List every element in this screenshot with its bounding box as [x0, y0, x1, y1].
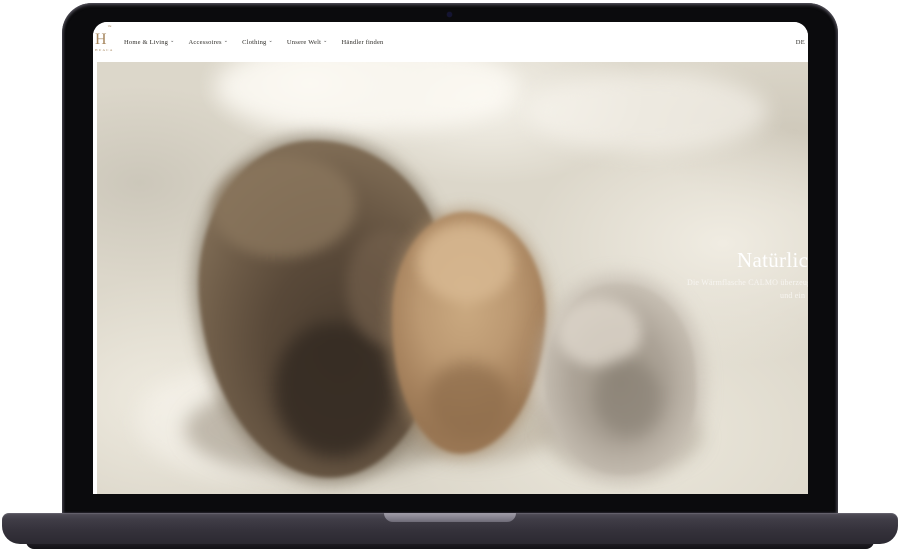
laptop-screen: H™ HUACA Home & Living ⌄ Accessoires ⌄ C…: [93, 22, 808, 494]
navbar: H™ HUACA Home & Living ⌄ Accessoires ⌄ C…: [93, 22, 808, 62]
webcam-dot: [447, 12, 452, 17]
hero-title: Natürlich: [737, 248, 808, 273]
hero-subtitle-line1: Die Wärmflasche CALMO überzeugt dur: [687, 278, 808, 287]
chevron-down-icon: ⌄: [224, 39, 228, 44]
trademark-symbol: ™: [108, 24, 112, 29]
nav-item-accessoires[interactable]: Accessoires ⌄: [189, 39, 229, 46]
fur-highlight: [556, 298, 642, 368]
sheepskin-highlight: [527, 72, 767, 152]
chevron-down-icon: ⌄: [269, 39, 273, 44]
laptop-base: [2, 513, 898, 544]
nav-item-haendler-finden[interactable]: Händler finden: [342, 39, 384, 46]
nav-item-label: Accessoires: [189, 39, 222, 46]
fur-highlight: [209, 151, 359, 262]
nav-menu: Home & Living ⌄ Accessoires ⌄ Clothing ⌄…: [124, 39, 384, 46]
language-selector[interactable]: DE: [796, 39, 805, 46]
sheepskin-highlight: [217, 62, 517, 132]
nav-item-label: Händler finden: [342, 39, 384, 46]
laptop-mockup: H™ HUACA Home & Living ⌄ Accessoires ⌄ C…: [0, 0, 900, 551]
hero-subtitle-line2: und ein: [780, 291, 805, 300]
nav-item-clothing[interactable]: Clothing ⌄: [242, 39, 273, 46]
chevron-down-icon: ⌄: [323, 39, 327, 44]
brand-logo-letter: H™: [95, 32, 110, 48]
nav-item-label: Clothing: [242, 39, 266, 46]
chevron-down-icon: ⌄: [170, 39, 174, 44]
nav-item-label: Home & Living: [124, 39, 168, 46]
fur-shadow: [424, 360, 513, 442]
fur-highlight: [416, 221, 515, 303]
brand-logo[interactable]: H™ HUACA: [95, 32, 115, 53]
hero-section: Natürlich Die Wärmflasche CALMO überzeug…: [97, 62, 808, 494]
fur-shadow: [592, 358, 663, 437]
nav-item-label: Unsere Welt: [287, 39, 321, 46]
laptop-lid-notch: [384, 513, 516, 522]
nav-item-home-living[interactable]: Home & Living ⌄: [124, 39, 175, 46]
nav-item-unsere-welt[interactable]: Unsere Welt ⌄: [287, 39, 328, 46]
brand-logo-text: HUACA: [95, 49, 113, 53]
